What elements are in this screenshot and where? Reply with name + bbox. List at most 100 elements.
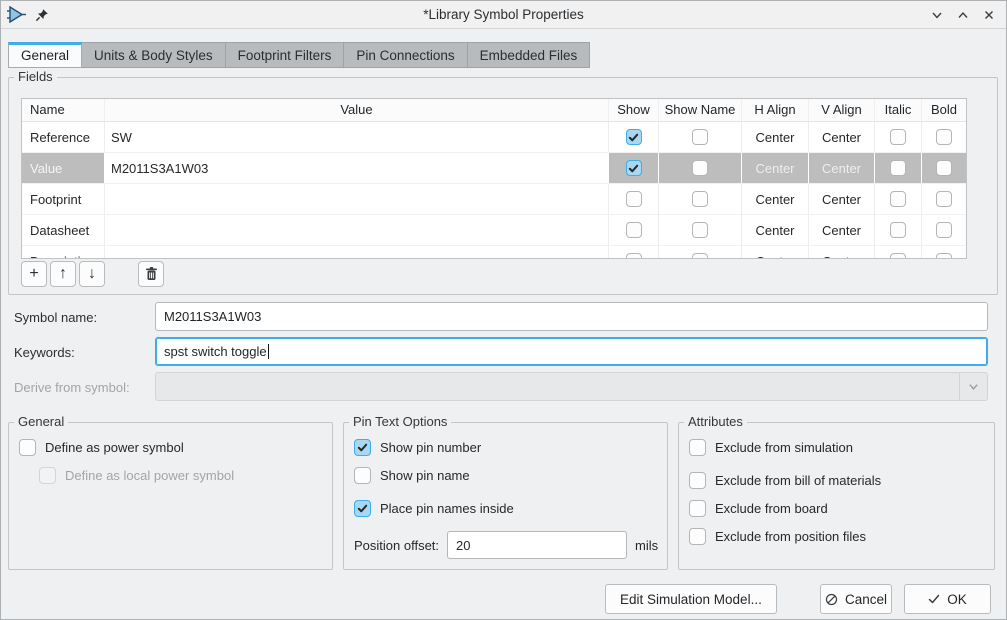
field-v-align-cell[interactable]: Center bbox=[809, 215, 875, 245]
field-show-name-cell[interactable] bbox=[659, 153, 742, 183]
field-value-cell[interactable] bbox=[105, 184, 609, 214]
field-show-cell[interactable] bbox=[609, 122, 659, 152]
symbol-name-input[interactable]: M2011S3A1W03 bbox=[155, 302, 988, 331]
checkbox-unchecked[interactable] bbox=[936, 222, 952, 238]
field-row-reference[interactable]: ReferenceSW CenterCenter bbox=[22, 122, 966, 153]
field-italic-cell[interactable] bbox=[875, 246, 922, 259]
field-value-cell[interactable]: M2011S3A1W03 bbox=[105, 153, 609, 183]
field-show-name-cell[interactable] bbox=[659, 215, 742, 245]
checkbox-unchecked[interactable] bbox=[692, 160, 708, 176]
keywords-input[interactable]: spst switch toggle bbox=[155, 337, 988, 366]
position-offset-input[interactable]: 20 bbox=[447, 531, 627, 559]
field-bold-cell[interactable] bbox=[922, 215, 966, 245]
field-row-description[interactable]: DescriptionCenterCenter bbox=[22, 246, 966, 259]
place-pin-names-inside-checkbox[interactable]: Place pin names inside bbox=[354, 498, 659, 518]
checkbox-checked[interactable] bbox=[626, 129, 642, 145]
show-pin-number-checkbox[interactable]: Show pin number bbox=[354, 437, 659, 457]
maximize-icon[interactable] bbox=[956, 8, 970, 22]
minimize-icon[interactable] bbox=[930, 8, 944, 22]
move-down-button[interactable]: ↓ bbox=[79, 261, 105, 287]
field-show-name-cell[interactable] bbox=[659, 246, 742, 259]
field-v-align-cell[interactable]: Center bbox=[809, 153, 875, 183]
add-field-button[interactable]: + bbox=[21, 261, 47, 287]
field-h-align-cell[interactable]: Center bbox=[742, 246, 809, 259]
checkbox-unchecked[interactable] bbox=[890, 222, 906, 238]
checkbox-checked[interactable] bbox=[626, 160, 642, 176]
field-bold-cell[interactable] bbox=[922, 153, 966, 183]
field-h-align-cell[interactable]: Center bbox=[742, 122, 809, 152]
define-as-power-symbol-checkbox[interactable]: Define as power symbol bbox=[19, 437, 324, 457]
column-header-bold[interactable]: Bold bbox=[922, 99, 966, 121]
field-name-cell[interactable]: Value bbox=[22, 153, 105, 183]
field-v-align-cell[interactable]: Center bbox=[809, 122, 875, 152]
field-bold-cell[interactable] bbox=[922, 246, 966, 259]
field-h-align-cell[interactable]: Center bbox=[742, 215, 809, 245]
ok-button[interactable]: OK bbox=[904, 584, 991, 614]
checkbox-unchecked[interactable] bbox=[626, 253, 642, 259]
field-italic-cell[interactable] bbox=[875, 153, 922, 183]
tab-footprint-filters[interactable]: Footprint Filters bbox=[226, 42, 345, 68]
checkbox-unchecked[interactable] bbox=[936, 191, 952, 207]
field-v-align-cell[interactable]: Center bbox=[809, 246, 875, 259]
column-header-italic[interactable]: Italic bbox=[875, 99, 922, 121]
tab-embedded-files[interactable]: Embedded Files bbox=[468, 42, 591, 68]
delete-field-button[interactable] bbox=[138, 261, 164, 287]
column-header-h-align[interactable]: H Align bbox=[742, 99, 809, 121]
field-name-cell[interactable]: Reference bbox=[22, 122, 105, 152]
field-h-align-cell[interactable]: Center bbox=[742, 153, 809, 183]
pushpin-icon[interactable] bbox=[35, 8, 49, 22]
field-value-cell[interactable] bbox=[105, 246, 609, 259]
show-pin-name-checkbox[interactable]: Show pin name bbox=[354, 465, 659, 485]
field-h-align-cell[interactable]: Center bbox=[742, 184, 809, 214]
tab-general[interactable]: General bbox=[8, 42, 82, 68]
move-up-button[interactable]: ↑ bbox=[50, 261, 76, 287]
exclude-from-simulation-checkbox[interactable]: Exclude from simulation bbox=[689, 437, 986, 457]
tab-pin-connections[interactable]: Pin Connections bbox=[344, 42, 467, 68]
checkbox-unchecked[interactable] bbox=[936, 160, 952, 176]
checkbox-unchecked[interactable] bbox=[890, 191, 906, 207]
checkbox-unchecked[interactable] bbox=[936, 253, 952, 259]
column-header-show-name[interactable]: Show Name bbox=[659, 99, 742, 121]
field-show-name-cell[interactable] bbox=[659, 122, 742, 152]
field-show-cell[interactable] bbox=[609, 153, 659, 183]
fields-table[interactable]: Name Value Show Show Name H Align V Alig… bbox=[21, 98, 967, 259]
field-bold-cell[interactable] bbox=[922, 122, 966, 152]
checkbox-unchecked[interactable] bbox=[890, 253, 906, 259]
field-show-name-cell[interactable] bbox=[659, 184, 742, 214]
close-icon[interactable] bbox=[982, 8, 996, 22]
field-italic-cell[interactable] bbox=[875, 184, 922, 214]
checkbox-unchecked[interactable] bbox=[692, 222, 708, 238]
field-italic-cell[interactable] bbox=[875, 122, 922, 152]
field-name-cell[interactable]: Datasheet bbox=[22, 215, 105, 245]
cancel-button[interactable]: Cancel bbox=[820, 584, 892, 614]
column-header-value[interactable]: Value bbox=[105, 99, 609, 121]
field-value-cell[interactable]: SW bbox=[105, 122, 609, 152]
checkbox-unchecked[interactable] bbox=[689, 472, 706, 489]
field-value-cell[interactable] bbox=[105, 215, 609, 245]
checkbox-unchecked[interactable] bbox=[689, 528, 706, 545]
checkbox-unchecked[interactable] bbox=[626, 191, 642, 207]
checkbox-unchecked[interactable] bbox=[936, 129, 952, 145]
column-header-show[interactable]: Show bbox=[609, 99, 659, 121]
field-v-align-cell[interactable]: Center bbox=[809, 184, 875, 214]
checkbox-unchecked[interactable] bbox=[890, 160, 906, 176]
field-name-cell[interactable]: Footprint bbox=[22, 184, 105, 214]
field-show-cell[interactable] bbox=[609, 184, 659, 214]
field-show-cell[interactable] bbox=[609, 246, 659, 259]
checkbox-unchecked[interactable] bbox=[689, 500, 706, 517]
tab-units-body-styles[interactable]: Units & Body Styles bbox=[82, 42, 226, 68]
edit-simulation-model-button[interactable]: Edit Simulation Model... bbox=[605, 584, 777, 614]
exclude-from-position-files-checkbox[interactable]: Exclude from position files bbox=[689, 526, 986, 546]
field-italic-cell[interactable] bbox=[875, 215, 922, 245]
exclude-from-board-checkbox[interactable]: Exclude from board bbox=[689, 498, 986, 518]
checkbox-unchecked[interactable] bbox=[689, 439, 706, 456]
checkbox-unchecked[interactable] bbox=[692, 253, 708, 259]
checkbox-checked[interactable] bbox=[354, 439, 371, 456]
field-row-value[interactable]: ValueM2011S3A1W03 CenterCenter bbox=[22, 153, 966, 184]
field-show-cell[interactable] bbox=[609, 215, 659, 245]
field-bold-cell[interactable] bbox=[922, 184, 966, 214]
field-row-footprint[interactable]: Footprint CenterCenter bbox=[22, 184, 966, 215]
checkbox-unchecked[interactable] bbox=[890, 129, 906, 145]
field-row-datasheet[interactable]: Datasheet CenterCenter bbox=[22, 215, 966, 246]
checkbox-unchecked[interactable] bbox=[354, 467, 371, 484]
